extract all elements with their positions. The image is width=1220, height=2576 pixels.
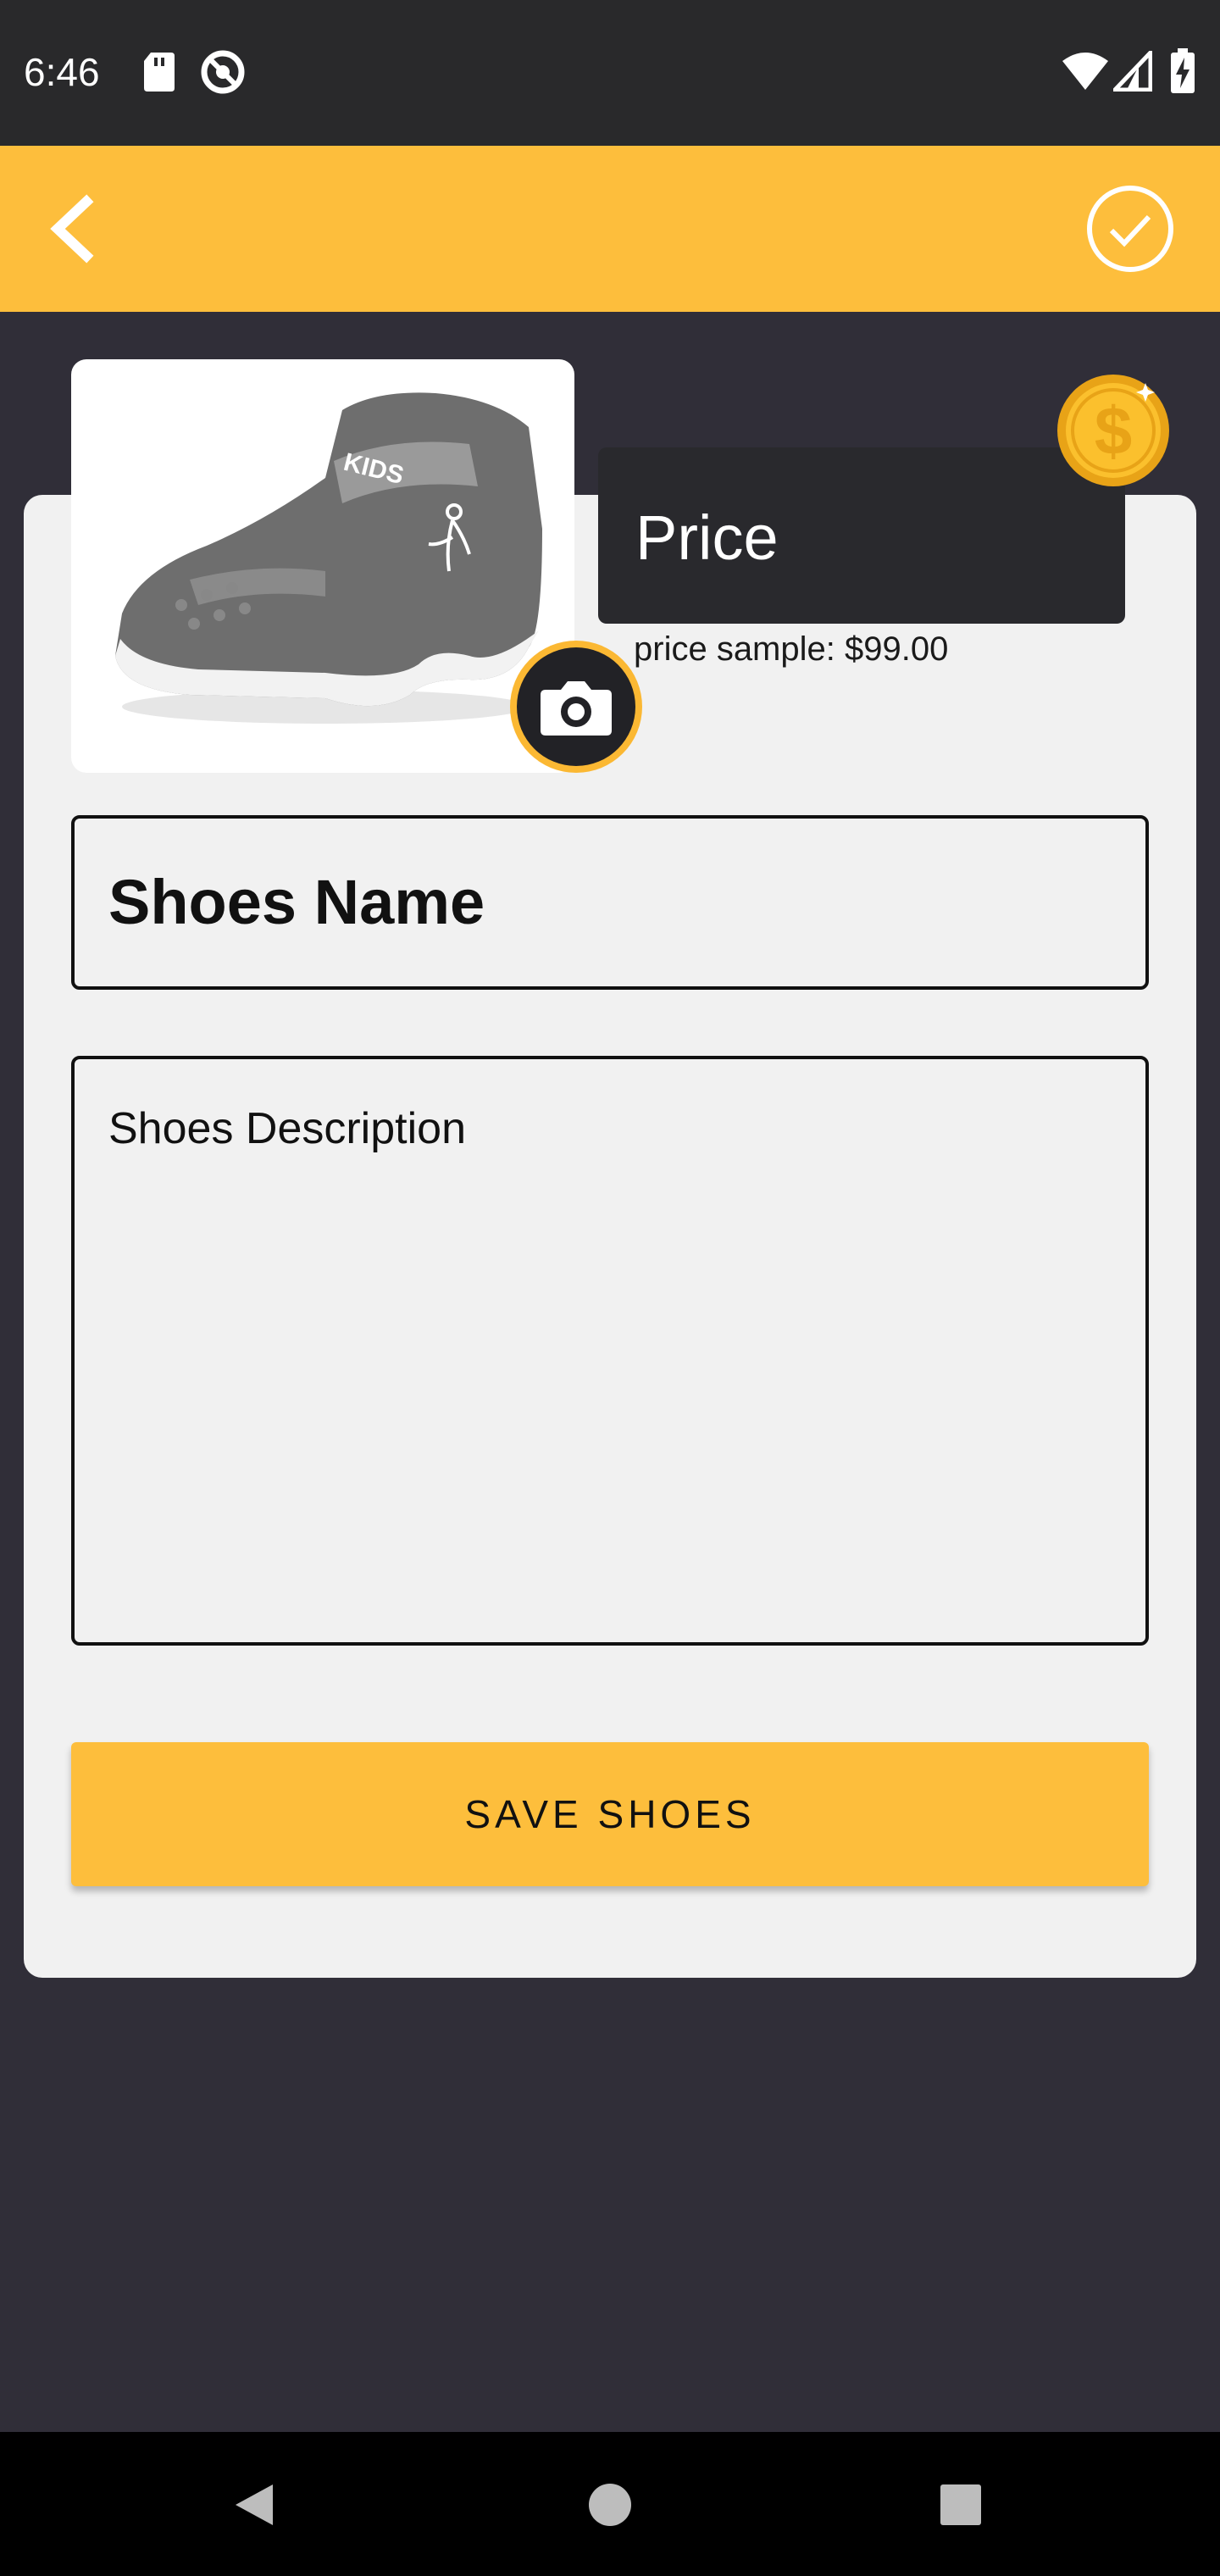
check-circle-icon: [1087, 186, 1173, 272]
price-input[interactable]: Price: [598, 447, 1125, 624]
wifi-icon: [1062, 53, 1108, 90]
chevron-left-icon: [50, 194, 94, 264]
shoe-image: KIDS: [115, 392, 542, 724]
navigation-bar: [0, 2432, 1220, 2576]
status-time: 6:46: [24, 50, 100, 94]
signal-icon: [1113, 51, 1152, 92]
save-confirm-button[interactable]: [1084, 183, 1176, 275]
back-triangle-icon[interactable]: [229, 2479, 280, 2530]
price-hint: price sample: $99.00: [634, 630, 949, 668]
camera-button[interactable]: [510, 641, 642, 773]
status-bar: 6:46: [0, 0, 1220, 146]
shoes-description-input[interactable]: Shoes Description: [71, 1056, 1149, 1646]
shoe-photo[interactable]: KIDS: [71, 359, 574, 773]
camera-icon: [541, 681, 612, 736]
dollar-coin-icon: $: [1057, 375, 1169, 486]
home-circle-icon[interactable]: [585, 2479, 635, 2530]
battery-charging-icon: [1171, 48, 1195, 93]
shoes-name-input[interactable]: Shoes Name: [71, 815, 1149, 990]
svg-text:$: $: [1095, 393, 1133, 469]
app-bar: [0, 146, 1220, 312]
price-placeholder: Price: [635, 502, 779, 573]
shoes-name-placeholder: Shoes Name: [108, 867, 485, 937]
save-shoes-button[interactable]: SAVE SHOES: [71, 1742, 1149, 1886]
do-not-disturb-icon: [201, 50, 245, 94]
shoes-description-placeholder: Shoes Description: [108, 1104, 466, 1153]
recents-square-icon[interactable]: [937, 2479, 984, 2530]
sd-card-icon: [144, 53, 175, 92]
back-button[interactable]: [34, 188, 115, 269]
